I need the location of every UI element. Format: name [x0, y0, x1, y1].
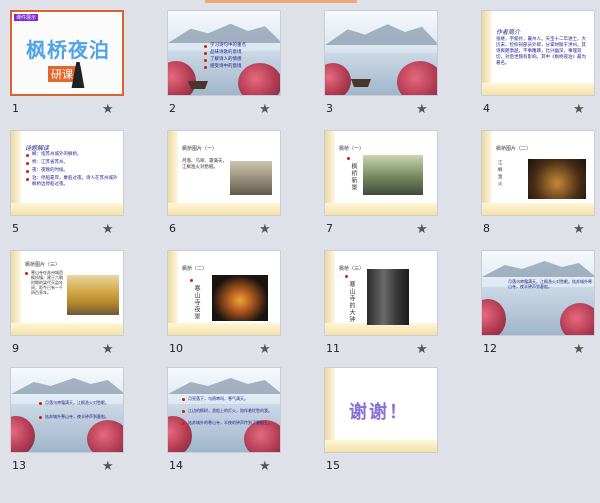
- top-accent: [205, 0, 357, 3]
- slide-number-3: 3: [326, 102, 333, 115]
- slide-7-caption: 枫桥（一）: [339, 146, 365, 152]
- slide-14-bullet: 江边的枫树，渔船上的灯火，陪伴着忧愁的我。: [188, 408, 272, 413]
- slide-14-bullet: 月亮落下，乌鸦啼叫，寒气满天。: [188, 396, 248, 401]
- slide-9-caption: 枫桥图片（三）: [25, 262, 61, 268]
- slide-number-13: 13: [12, 459, 26, 472]
- slide-thumbnail-3[interactable]: [324, 10, 438, 96]
- star-icon[interactable]: ★: [259, 222, 271, 237]
- star-icon[interactable]: ★: [573, 342, 585, 357]
- star-icon[interactable]: ★: [102, 102, 114, 117]
- slide-5-bullet: 枫：指苏州城外的枫桥。: [32, 152, 82, 157]
- slide-6-caption: 枫桥图片（一）: [182, 146, 218, 152]
- slide-number-15: 15: [326, 459, 340, 472]
- slide-9-photo: [67, 275, 119, 315]
- slide-2-bullet: 品味诗歌的意境: [210, 50, 242, 55]
- slide-thumbnail-9[interactable]: 枫桥图片（三） 寒山寺在苏州城西枫桥镇，建于六朝时期的梁代天监年间，距今已有一千…: [10, 250, 124, 336]
- slide-10-photo: [212, 275, 268, 321]
- slide-9-text: 寒山寺在苏州城西枫桥镇，建于六朝时期的梁代天监年间，距今已有一千四百多年。: [31, 270, 63, 295]
- slide-4-heading: 作者简介: [496, 29, 521, 36]
- slide-8-photo: [528, 159, 586, 199]
- slide-5-bullet: 泊：停船靠岸，乘船过夜。诗人在苏州城外枫桥边停船过夜。: [32, 176, 118, 187]
- slide-11-vertical: 寒山寺的大钟: [348, 281, 355, 323]
- slide-number-4: 4: [483, 102, 490, 115]
- star-icon[interactable]: ★: [416, 222, 428, 237]
- slide-thumbnail-15[interactable]: 谢谢！: [324, 367, 438, 453]
- slide-2-bullet: 了解诗人的情感: [210, 57, 242, 62]
- slide-number-10: 10: [169, 342, 183, 355]
- slide-12-body: 月落乌啼霜满天，江枫渔火对愁眠。姑苏城外寒山寺，夜半钟声到客船。: [508, 279, 592, 289]
- slide-11-caption: 枫桥（三）: [339, 266, 365, 272]
- slide-6-photo: [230, 161, 272, 195]
- slide-thumbnail-8[interactable]: 枫桥图片（二） 江 枫 渔 火: [481, 130, 595, 216]
- star-icon[interactable]: ★: [573, 222, 585, 237]
- slide-11-photo: [367, 269, 409, 325]
- slide-number-2: 2: [169, 102, 176, 115]
- slide-7-photo: [363, 155, 423, 195]
- slide-thumbnail-12[interactable]: 月落乌啼霜满天，江枫渔火对愁眠。姑苏城外寒山寺，夜半钟声到客船。: [481, 250, 595, 336]
- star-icon[interactable]: ★: [259, 102, 271, 117]
- slide-thumbnail-6[interactable]: 枫桥图片（一） 月落、乌啼、霜满天，江枫渔火对愁眠。: [167, 130, 281, 216]
- slide-thumbnail-5[interactable]: 诗题解读 枫：指苏州城外的枫桥。 桥：江苏省苏州。 夜：夜晚的时候。 泊：停船靠…: [10, 130, 124, 216]
- top-bar: [0, 0, 600, 4]
- slide-1-title: 枫桥夜泊: [26, 38, 110, 62]
- slide-4-body: 张继，字懿孙，襄州人。天宝十二年进士。大历末，检校祠部员外郎，分掌财赋于洪州。其…: [496, 37, 586, 66]
- slide-8-bullet: 枫: [498, 168, 503, 173]
- slide-7-vertical: 枫桥新景: [350, 163, 357, 191]
- star-icon[interactable]: ★: [102, 222, 114, 237]
- star-icon[interactable]: ★: [573, 102, 585, 117]
- slide-10-vertical: 寒山寺夜景: [193, 285, 200, 320]
- slide-number-1: 1: [12, 102, 19, 115]
- slide-8-bullet: 江: [498, 161, 503, 166]
- slide-number-14: 14: [169, 459, 183, 472]
- slide-5-bullet: 夜：夜晚的时候。: [32, 168, 68, 173]
- slide-thumbnail-11[interactable]: 枫桥（三） 寒山寺的大钟: [324, 250, 438, 336]
- star-icon[interactable]: ★: [416, 342, 428, 357]
- slide-1-footer: 研课: [48, 66, 76, 82]
- slide-1-tag: 课件展示: [14, 14, 39, 21]
- slide-number-5: 5: [12, 222, 19, 235]
- slide-5-bullet: 桥：江苏省苏州。: [32, 160, 68, 165]
- slide-thumbnail-10[interactable]: 枫桥（二） 寒山寺夜景: [167, 250, 281, 336]
- slide-8-bullet: 渔: [498, 175, 503, 180]
- slide-thumbnail-1[interactable]: 课件展示 枫桥夜泊 研课: [10, 10, 124, 96]
- slide-13-bullet: 月落乌啼霜满天，江枫渔火对愁眠。: [45, 400, 109, 405]
- star-icon[interactable]: ★: [102, 459, 114, 474]
- slide-6-text: 月落、乌啼、霜满天，江枫渔火对愁眠。: [182, 159, 227, 170]
- slide-8-caption: 枫桥图片（二）: [496, 146, 532, 152]
- slide-thumbnail-2[interactable]: 学习诗句中的重点 品味诗歌的意境 了解诗人的情感 感受诗中的意境: [167, 10, 281, 96]
- slide-2-bullet: 感受诗中的意境: [210, 64, 242, 69]
- star-icon[interactable]: ★: [259, 459, 271, 474]
- slide-2-bullet: 学习诗句中的重点: [210, 43, 246, 48]
- slide-thumbnail-14[interactable]: 月亮落下，乌鸦啼叫，寒气满天。 江边的枫树，渔船上的灯火，陪伴着忧愁的我。 姑苏…: [167, 367, 281, 453]
- slide-number-7: 7: [326, 222, 333, 235]
- slide-13-bullet: 姑苏城外寒山寺，夜半钟声到客船。: [45, 414, 109, 419]
- slide-thumbnail-13[interactable]: 月落乌啼霜满天，江枫渔火对愁眠。 姑苏城外寒山寺，夜半钟声到客船。: [10, 367, 124, 453]
- slide-15-text: 谢谢！: [349, 402, 409, 423]
- slide-number-6: 6: [169, 222, 176, 235]
- slide-number-11: 11: [326, 342, 340, 355]
- star-icon[interactable]: ★: [416, 102, 428, 117]
- star-icon[interactable]: ★: [259, 342, 271, 357]
- slide-number-9: 9: [12, 342, 19, 355]
- slide-thumbnail-4[interactable]: 作者简介 张继，字懿孙，襄州人。天宝十二年进士。大历末，检校祠部员外郎，分掌财赋…: [481, 10, 595, 96]
- slide-5-heading: 诗题解读: [25, 145, 50, 152]
- slide-8-bullet: 火: [498, 182, 503, 187]
- slide-10-caption: 枫桥（二）: [182, 266, 208, 272]
- slide-number-12: 12: [483, 342, 497, 355]
- slide-thumbnail-7[interactable]: 枫桥（一） 枫桥新景: [324, 130, 438, 216]
- slide-14-bullet: 姑苏城外的寒山寺，半夜的钟声传到了客船上。: [188, 420, 272, 425]
- star-icon[interactable]: ★: [102, 342, 114, 357]
- slide-number-8: 8: [483, 222, 490, 235]
